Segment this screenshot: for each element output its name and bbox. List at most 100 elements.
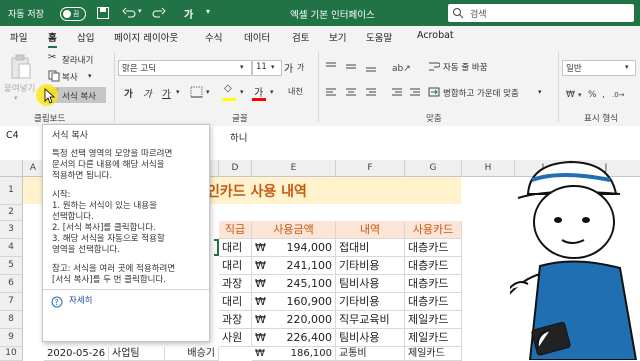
tab-help[interactable]: 도움말 [366, 30, 392, 44]
column-header-f[interactable]: F [336, 160, 405, 177]
cell-card[interactable]: 대층카드 [405, 275, 462, 293]
indent-icons[interactable] [390, 86, 424, 100]
tab-file[interactable]: 파일 [10, 30, 27, 44]
cell-amount[interactable]: ₩160,900 [252, 293, 336, 311]
cell-dept[interactable]: 사업팀 [109, 347, 165, 361]
wrap-text-icon[interactable] [428, 60, 440, 72]
cell-position[interactable]: 대리 [219, 257, 252, 275]
italic-button[interactable]: 가 [143, 86, 152, 100]
cell-detail[interactable]: 접대비 [336, 239, 405, 257]
cell-detail[interactable]: 팀비사용 [336, 329, 405, 347]
cell-amount[interactable]: ₩245,100 [252, 275, 336, 293]
redo-icon[interactable] [152, 6, 166, 20]
cell-detail[interactable]: 팀비사용 [336, 275, 405, 293]
cell-position[interactable]: 과장 [219, 311, 252, 329]
tab-review[interactable]: 검토 [292, 30, 309, 44]
copy-label[interactable]: 복사 [62, 71, 78, 83]
fill-color-icon[interactable]: ◇ [224, 83, 232, 94]
cell-amount[interactable]: ₩186,100 [252, 347, 336, 361]
row-header-6[interactable]: 6 [0, 275, 23, 293]
search-box[interactable]: 검색 [448, 4, 634, 22]
tab-formulas[interactable]: 수식 [205, 30, 222, 44]
font-glyph[interactable]: 가 [184, 6, 193, 21]
number-format-buttons[interactable]: ₩ ▾%, .0→ [564, 86, 638, 100]
font-name-select[interactable]: 맑은 고딕 ▾ [118, 60, 252, 76]
cell-detail[interactable]: 직무교육비 [336, 311, 405, 329]
name-box[interactable]: C4 [6, 130, 19, 141]
save-icon[interactable] [96, 6, 110, 20]
tab-page-layout[interactable]: 페이지 레이아웃 [114, 30, 178, 44]
header-card[interactable]: 사용카드 [405, 221, 462, 239]
underline-dropdown-icon[interactable]: ▾ [176, 88, 180, 96]
cell-card[interactable]: 제일카드 [405, 311, 462, 329]
paste-dropdown-icon[interactable]: ▾ [14, 94, 18, 102]
tooltip-more-link[interactable]: 자세히 [69, 296, 92, 307]
vertical-align-icons[interactable] [324, 60, 384, 74]
tab-home[interactable]: 홈 [48, 30, 57, 48]
tab-insert[interactable]: 삽입 [77, 30, 94, 44]
row-header-2[interactable]: 2 [0, 205, 23, 221]
paste-label[interactable]: 붙여넣기 [4, 82, 35, 94]
row-header-8[interactable]: 8 [0, 311, 23, 329]
merge-center-label[interactable]: 병합하고 가운데 맞춤 [443, 87, 519, 99]
borders-icon[interactable] [190, 86, 204, 98]
copy-icon[interactable] [48, 70, 60, 82]
cell-name[interactable]: 배승기 [165, 347, 219, 361]
cell-card[interactable]: 제일카드 [405, 329, 462, 347]
tab-data[interactable]: 데이터 [244, 30, 270, 44]
cell-card[interactable]: 대층카드 [405, 239, 462, 257]
cut-icon[interactable]: ✂ [48, 52, 56, 63]
undo-dropdown-icon[interactable]: ▾ [138, 7, 142, 15]
merge-center-icon[interactable] [428, 86, 440, 98]
row-header-1[interactable]: 1 [0, 177, 23, 205]
grow-font-button[interactable]: 가 [284, 60, 293, 75]
cell-card[interactable]: 대층카드 [405, 293, 462, 311]
row-header-3[interactable]: 3 [0, 221, 23, 239]
autosave-toggle[interactable]: 끔 [60, 7, 86, 21]
header-detail[interactable]: 내역 [336, 221, 405, 239]
bold-button[interactable]: 가 [124, 86, 133, 100]
row-header-5[interactable]: 5 [0, 257, 23, 275]
tab-view[interactable]: 보기 [329, 30, 346, 44]
underline-button[interactable]: 가 [162, 86, 171, 100]
paste-icon[interactable] [10, 54, 32, 80]
phonetic-button[interactable]: 내천 [288, 86, 303, 97]
cell-position[interactable]: 과장 [219, 275, 252, 293]
cell-position[interactable]: 대리 [219, 293, 252, 311]
undo-icon[interactable] [122, 6, 136, 20]
cell-card[interactable]: 대층카드 [405, 257, 462, 275]
font-size-select[interactable]: 11 ▾ [252, 60, 282, 76]
horizontal-align-icons[interactable] [324, 86, 384, 100]
merge-dropdown-icon[interactable]: ▾ [538, 88, 542, 96]
select-all-corner[interactable] [0, 160, 23, 177]
font-color-button[interactable]: 가 [254, 84, 263, 99]
column-header-a[interactable]: A [23, 160, 44, 177]
cell-amount[interactable]: ₩241,100 [252, 257, 336, 275]
column-header-h[interactable]: H [462, 160, 515, 177]
cut-label[interactable]: 잘라내기 [62, 54, 93, 66]
cell-detail[interactable]: 교통비 [336, 347, 405, 361]
row-header-10[interactable]: 10 [0, 347, 23, 361]
column-header-d[interactable]: D [219, 160, 252, 177]
cell-date[interactable]: 2020-05-26 [44, 347, 109, 361]
customize-qat-icon[interactable]: ▾ [206, 7, 210, 16]
header-position[interactable]: 직급 [219, 221, 252, 239]
shrink-font-button[interactable]: 가 [297, 62, 304, 73]
wrap-text-label[interactable]: 자동 줄 바꿈 [443, 61, 488, 73]
row-header-7[interactable]: 7 [0, 293, 23, 311]
copy-dropdown-icon[interactable]: ▾ [88, 72, 92, 80]
fill-dropdown-icon[interactable]: ▾ [240, 88, 244, 96]
font-color-dropdown-icon[interactable]: ▾ [270, 88, 274, 96]
column-header-g[interactable]: G [405, 160, 462, 177]
cell-amount[interactable]: ₩220,000 [252, 311, 336, 329]
cell-position[interactable]: 사원 [219, 329, 252, 347]
cell-detail[interactable]: 기타비용 [336, 257, 405, 275]
tab-acrobat[interactable]: Acrobat [417, 30, 454, 41]
cell-amount[interactable]: ₩226,400 [252, 329, 336, 347]
formula-content[interactable]: 하니 [230, 130, 247, 144]
cell-card[interactable]: 제일카드 [405, 347, 462, 361]
borders-dropdown-icon[interactable]: ▾ [206, 88, 210, 96]
cell-position[interactable]: 대리 [219, 239, 252, 257]
orientation-icon[interactable]: ab↗ [390, 60, 418, 74]
row-header-9[interactable]: 9 [0, 329, 23, 347]
